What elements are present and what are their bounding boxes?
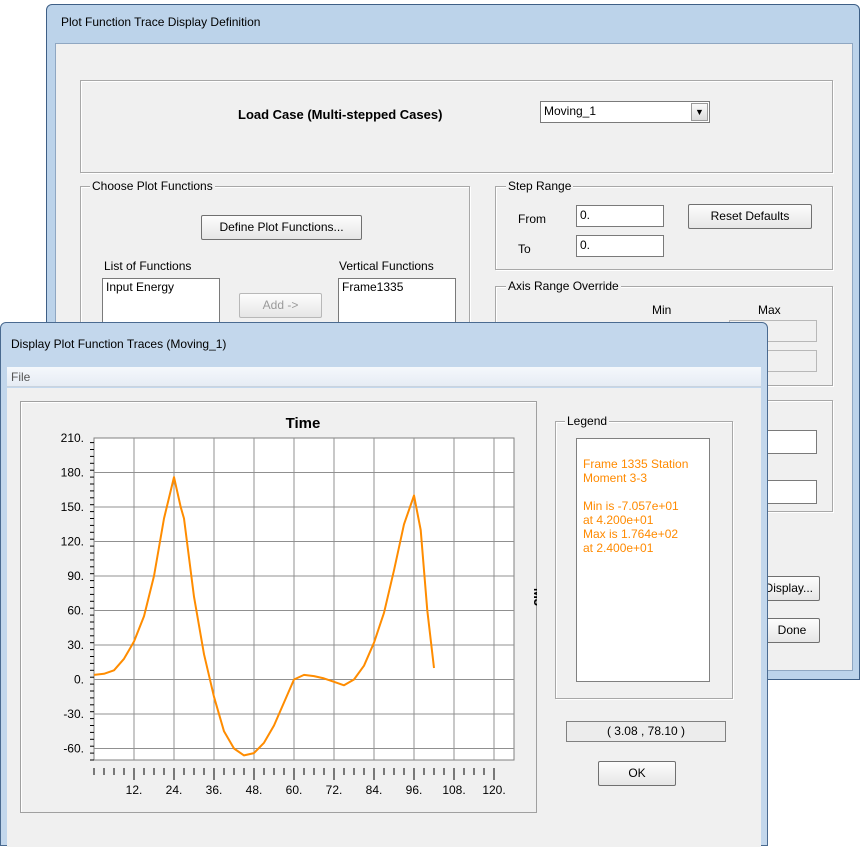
- x-tick-label: 96.: [406, 783, 423, 797]
- list-of-functions-label: List of Functions: [104, 259, 192, 273]
- traces-window-title: Display Plot Function Traces (Moving_1): [11, 337, 227, 351]
- y-tick-label: 210.: [61, 431, 84, 445]
- legend-line: [583, 485, 703, 499]
- legend-line: at 4.200e+01: [583, 513, 654, 527]
- legend-title: Legend: [565, 414, 610, 428]
- x-tick-label: 24.: [166, 783, 183, 797]
- x-tick-label: 48.: [246, 783, 263, 797]
- add-button[interactable]: Add ->: [239, 293, 322, 318]
- x-tick-label: 72.: [326, 783, 343, 797]
- legend-line: at 2.400e+01: [583, 541, 654, 555]
- y-axis-label: M3: [531, 588, 537, 606]
- axis-range-label: Axis Range Override: [506, 279, 621, 293]
- legend-line: Frame 1335 Station: [583, 457, 689, 471]
- chevron-down-icon[interactable]: ▼: [691, 103, 708, 121]
- chart-title: Time: [286, 415, 321, 432]
- to-input[interactable]: 0.: [576, 235, 664, 257]
- y-tick-label: -60.: [63, 742, 84, 756]
- min-label: Min: [652, 303, 672, 317]
- legend-line: Moment 3-3: [583, 471, 648, 485]
- ok-button[interactable]: OK: [598, 761, 676, 786]
- legend-line: Max is 1.764e+02: [583, 527, 679, 541]
- load-case-label: Load Case (Multi-stepped Cases): [238, 107, 443, 122]
- display-button-label: Display...: [764, 581, 813, 595]
- y-tick-label: 60.: [67, 604, 84, 618]
- reset-defaults-button[interactable]: Reset Defaults: [688, 204, 812, 229]
- legend-line: Min is -7.057e+01: [583, 499, 679, 513]
- cursor-readout: ( 3.08 , 78.10 ): [566, 721, 726, 742]
- x-tick-label: 108.: [442, 783, 465, 797]
- choose-functions-label: Choose Plot Functions: [90, 179, 215, 193]
- definition-window-title: Plot Function Trace Display Definition: [61, 15, 261, 29]
- from-label: From: [518, 212, 546, 226]
- y-tick-label: 0.: [74, 673, 84, 687]
- list-item[interactable]: Frame1335: [342, 280, 452, 294]
- y-tick-label: 120.: [61, 535, 84, 549]
- max-label: Max: [758, 303, 781, 317]
- legend-box: Frame 1335 Station Moment 3-3 Min is -7.…: [576, 438, 710, 682]
- from-input[interactable]: 0.: [576, 205, 664, 227]
- trace-chart[interactable]: Time M3 12. 24. 36. 48. 60. 72. 84. 96. 108. 120.…: [20, 401, 537, 813]
- x-tick-label: 60.: [286, 783, 303, 797]
- list-item[interactable]: Input Energy: [106, 280, 216, 294]
- y-tick-label: -30.: [63, 707, 84, 721]
- menu-file[interactable]: File: [11, 370, 30, 384]
- plot-area: [93, 437, 515, 761]
- load-case-select[interactable]: Moving_1 ▼: [540, 101, 710, 123]
- y-tick-label: 150.: [61, 500, 84, 514]
- define-plot-functions-button[interactable]: Define Plot Functions...: [201, 215, 362, 240]
- step-range-label: Step Range: [506, 179, 574, 193]
- load-case-group: [80, 80, 833, 173]
- x-tick-label: 120.: [482, 783, 505, 797]
- y-tick-label: 90.: [67, 569, 84, 583]
- x-tick-label: 12.: [126, 783, 143, 797]
- vertical-functions-label: Vertical Functions: [339, 259, 434, 273]
- x-tick-label: 84.: [366, 783, 383, 797]
- menu-bar: File: [7, 367, 761, 387]
- y-tick-label: 180.: [61, 466, 84, 480]
- x-tick-label: 36.: [206, 783, 223, 797]
- y-tick-label: 30.: [67, 638, 84, 652]
- done-button[interactable]: Done: [764, 618, 820, 643]
- load-case-value: Moving_1: [544, 104, 597, 118]
- to-label: To: [518, 242, 531, 256]
